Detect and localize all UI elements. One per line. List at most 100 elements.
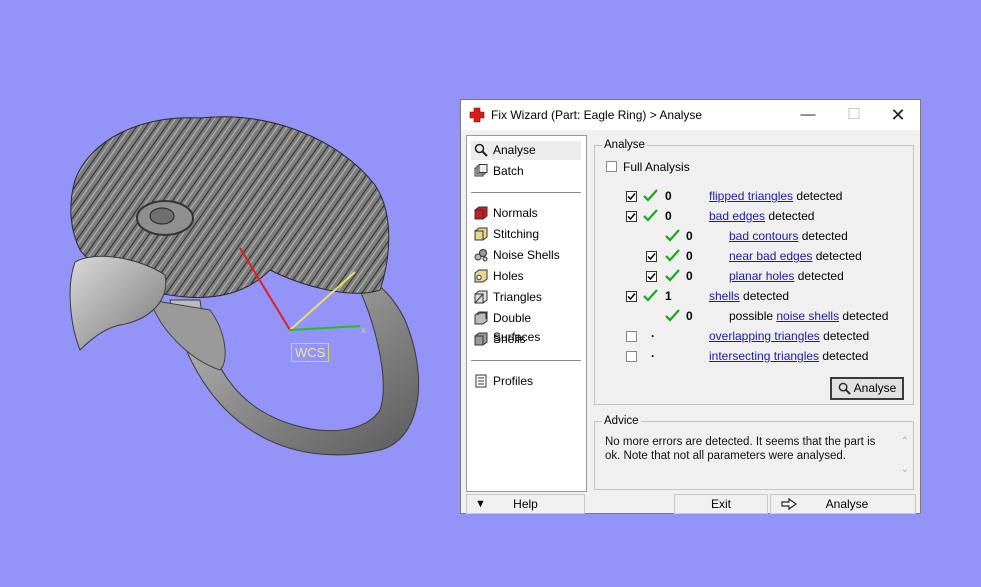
nav-item-normals[interactable]: Normals: [471, 204, 581, 223]
row-suffix: detected: [819, 329, 870, 343]
nav-label: Batch: [493, 164, 524, 178]
intersecting-triangles-link[interactable]: intersecting triangles: [709, 349, 819, 363]
advice-group-title: Advice: [602, 414, 641, 428]
row-suffix: detected: [794, 269, 844, 283]
help-button[interactable]: ▼ Help: [466, 494, 585, 514]
nav-separator: [471, 360, 581, 361]
near-bad-edges-row: near bad edges detected: [729, 249, 862, 263]
ok-tick-icon: [665, 309, 680, 322]
row-prefix: possible: [729, 309, 777, 323]
shells-count: 1: [665, 289, 672, 303]
nav-label: Normals: [493, 206, 538, 220]
nav-item-triangles[interactable]: Triangles: [471, 288, 581, 307]
bad-contours-link[interactable]: bad contours: [729, 229, 798, 243]
exit-label: Exit: [710, 497, 731, 511]
triangle-down-icon: ▼: [475, 498, 486, 510]
nav-separator: [471, 192, 581, 193]
eagle-ring-model: x: [69, 116, 420, 456]
magnifier-icon: [474, 143, 488, 157]
nav-item-analyse[interactable]: Analyse: [471, 141, 581, 160]
near-bad-edges-checkbox[interactable]: [646, 251, 657, 262]
title-bar[interactable]: Fix Wizard (Part: Eagle Ring) > Analyse …: [461, 100, 920, 130]
planar-holes-link[interactable]: planar holes: [729, 269, 794, 283]
flipped-triangles-link[interactable]: flipped triangles: [709, 189, 793, 203]
nav-item-double-surfaces[interactable]: Double Surfaces: [471, 309, 581, 344]
intersecting-triangles-row: intersecting triangles detected: [709, 349, 868, 363]
flipped-triangles-checkbox[interactable]: [626, 191, 637, 202]
fix-wizard-dialog: Fix Wizard (Part: Eagle Ring) > Analyse …: [460, 99, 921, 514]
flipped-triangles-row: flipped triangles detected: [709, 189, 842, 203]
maximize-button[interactable]: ☐: [831, 100, 877, 130]
help-label: Help: [513, 497, 538, 511]
double-surfaces-icon: [474, 311, 488, 325]
profiles-icon: [475, 374, 487, 388]
ok-tick-icon: [643, 289, 658, 302]
bad-contours-count: 0: [686, 229, 693, 243]
nav-item-holes[interactable]: Holes: [471, 267, 581, 286]
bad-edges-link[interactable]: bad edges: [709, 209, 765, 223]
full-analysis-checkbox[interactable]: [606, 161, 617, 172]
scroll-down-icon[interactable]: ⌄: [901, 464, 909, 475]
row-suffix: detected: [812, 249, 862, 263]
minimize-button[interactable]: —: [785, 100, 831, 130]
nav-item-shells[interactable]: Shells: [471, 330, 581, 349]
nav-item-noise-shells[interactable]: Noise Shells: [471, 246, 581, 265]
nav-item-batch[interactable]: Batch: [471, 162, 581, 181]
ok-tick-icon: [665, 269, 680, 282]
shells-icon: [474, 332, 488, 346]
analyse-next-button[interactable]: Analyse: [770, 494, 916, 514]
nav-label: Stitching: [493, 227, 540, 241]
full-analysis-label: Full Analysis: [623, 160, 690, 174]
bad-edges-checkbox[interactable]: [626, 211, 637, 222]
noise-shells-row: possible noise shells detected: [729, 309, 888, 323]
batch-icon: [474, 164, 488, 177]
close-button[interactable]: ✕: [875, 100, 921, 130]
noise-shells-link[interactable]: noise shells: [776, 309, 839, 323]
row-suffix: detected: [793, 189, 843, 203]
intersecting-triangles-checkbox[interactable]: [626, 351, 637, 362]
stitching-icon: [474, 227, 488, 241]
bad-edges-row: bad edges detected: [709, 209, 814, 223]
near-bad-edges-link[interactable]: near bad edges: [729, 249, 812, 263]
holes-icon: [474, 269, 488, 283]
exit-button[interactable]: Exit: [674, 494, 768, 514]
nav-item-stitching[interactable]: Stitching: [471, 225, 581, 244]
wcs-label: WCS: [291, 343, 330, 362]
magnifier-icon: [838, 382, 851, 395]
row-suffix: detected: [798, 229, 848, 243]
bad-contours-row: bad contours detected: [729, 229, 848, 243]
arrow-right-icon: [781, 498, 797, 510]
overlapping-triangles-count: .: [651, 326, 655, 340]
planar-holes-row: planar holes detected: [729, 269, 844, 283]
bad-edges-count: 0: [665, 209, 672, 223]
axis-x-label: x: [361, 325, 366, 336]
row-suffix: detected: [839, 309, 889, 323]
overlapping-triangles-link[interactable]: overlapping triangles: [709, 329, 820, 343]
red-cross-icon: [469, 107, 485, 123]
overlapping-triangles-row: overlapping triangles detected: [709, 329, 869, 343]
nav-label: Triangles: [493, 290, 542, 304]
shells-link[interactable]: shells: [709, 289, 740, 303]
analyse-group-title: Analyse: [602, 138, 647, 152]
bottom-bar: ▼ Help Exit Analyse: [466, 494, 916, 514]
triangles-icon: [474, 290, 488, 304]
shells-checkbox[interactable]: [626, 291, 637, 302]
advice-text: No more errors are detected. It seems th…: [605, 436, 876, 462]
dialog-title: Fix Wizard (Part: Eagle Ring) > Analyse: [491, 108, 703, 122]
ok-tick-icon: [643, 189, 658, 202]
ok-tick-icon: [665, 229, 680, 242]
nav-item-profiles[interactable]: Profiles: [471, 372, 581, 391]
planar-holes-checkbox[interactable]: [646, 271, 657, 282]
scroll-up-icon[interactable]: ⌃: [901, 436, 909, 447]
ok-tick-icon: [665, 249, 680, 262]
overlapping-triangles-checkbox[interactable]: [626, 331, 637, 342]
analyse-button[interactable]: Analyse: [830, 377, 904, 400]
nav-label: Profiles: [493, 374, 534, 388]
near-bad-edges-count: 0: [686, 249, 693, 263]
analyse-group: Analyse Full Analysis 0 flipped triangle…: [594, 138, 914, 405]
noise-shells-count: 0: [686, 309, 693, 323]
3d-viewport[interactable]: x WCS: [0, 0, 460, 584]
row-suffix: detected: [739, 289, 790, 303]
wizard-nav: Analyse Batch Normals Stitching Noise Sh…: [466, 135, 587, 492]
shells-row: shells detected: [709, 289, 789, 303]
